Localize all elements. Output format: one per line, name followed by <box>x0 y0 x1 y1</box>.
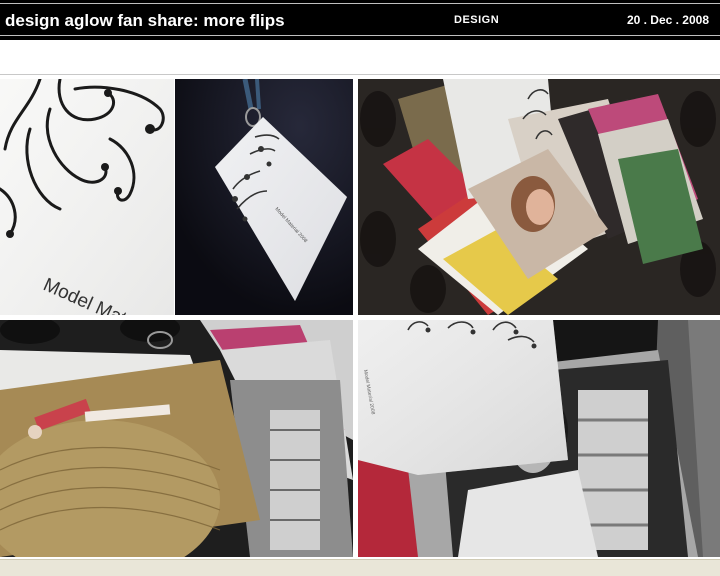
footer-bar <box>0 559 720 576</box>
photo-hanging-card: Model Material 2008 <box>175 79 353 315</box>
photo-hanging-card-image: Model Material 2008 <box>175 79 353 315</box>
post-title[interactable]: design aglow fan share: more flips <box>5 11 285 31</box>
post-category-link[interactable]: DESIGN <box>454 14 499 26</box>
photo-card-closeup-image: Model Material 20 cristycross photog <box>0 79 174 315</box>
photo-portrait-card: Model Material 2008 <box>358 320 720 557</box>
photo-haybale-card <box>0 320 353 557</box>
content-divider <box>0 74 720 75</box>
header-rule-bottom <box>0 35 720 36</box>
photo-card-closeup: Model Material 20 cristycross photog <box>0 79 174 315</box>
photo-fanned-cards <box>358 79 720 315</box>
header-rule-top <box>0 3 720 4</box>
photo-fanned-cards-image <box>358 79 720 315</box>
photo-haybale-card-image <box>0 320 353 557</box>
post-header: design aglow fan share: more flips DESIG… <box>0 0 720 40</box>
photo-portrait-card-image: Model Material 2008 <box>358 320 720 557</box>
post-date: 20 . Dec . 2008 <box>626 13 709 27</box>
